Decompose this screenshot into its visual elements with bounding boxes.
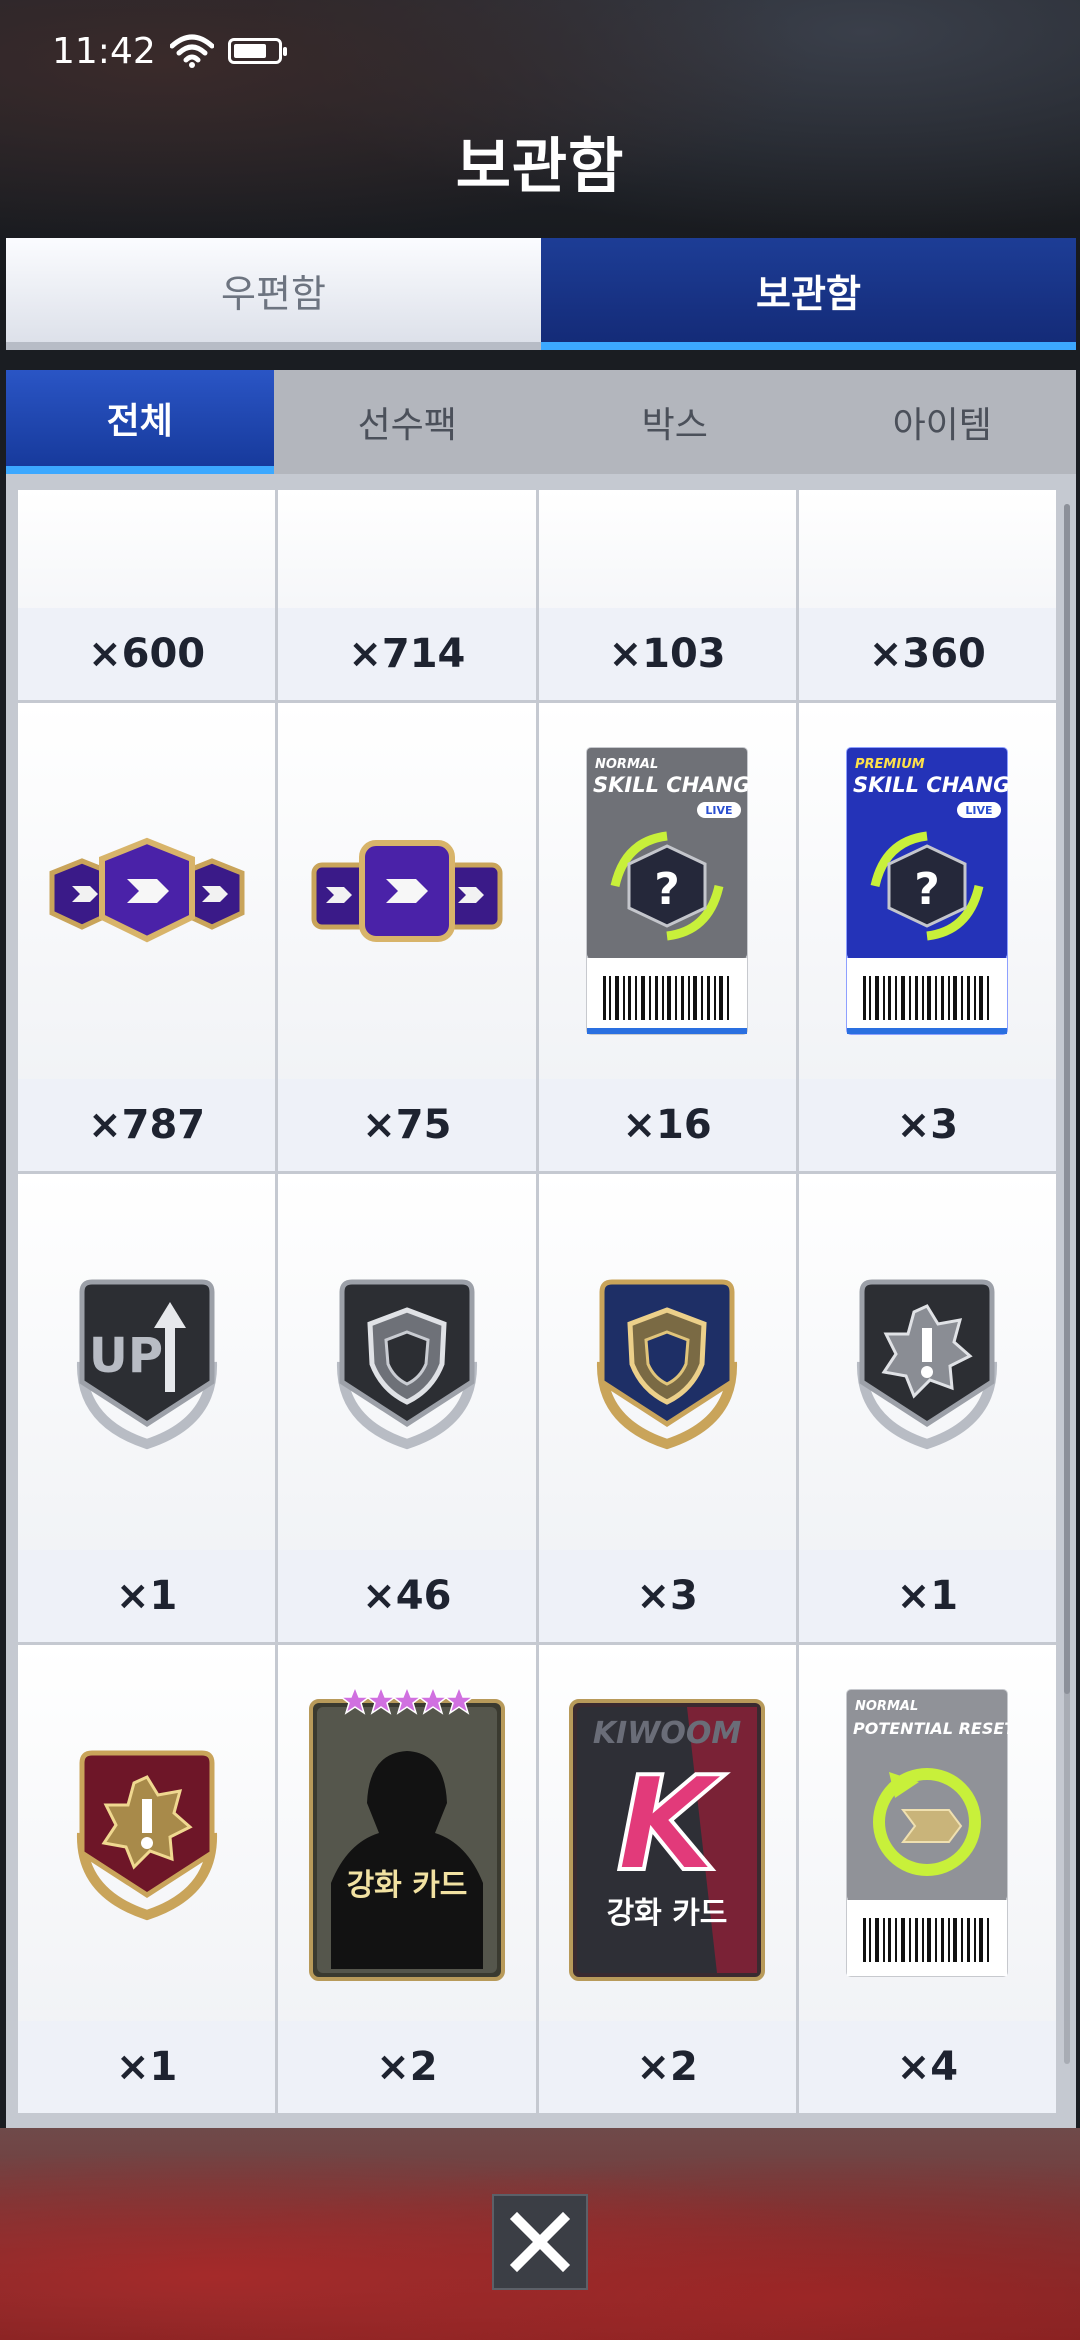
potential-reset-ticket-icon: NORMAL POTENTIAL RESET [846, 1689, 1009, 1977]
item-cell[interactable]: ×1 [18, 1645, 276, 2113]
silver-alert-badge-icon [857, 1279, 998, 1450]
item-count: ×2 [278, 2021, 536, 2113]
item-count: ×600 [18, 608, 276, 700]
close-icon [509, 2211, 571, 2273]
player-enhance-card-icon: 강화 카드 [308, 1684, 505, 1981]
tab-items[interactable]: 아이템 [809, 370, 1077, 474]
card-label: 강화 카드 [346, 1868, 467, 1903]
item-count: ×1 [798, 1550, 1056, 1642]
item-count: ×75 [278, 1079, 536, 1171]
gold-shield-badge-icon [597, 1279, 738, 1450]
main-tab-bar: 우편함 보관함 [6, 238, 1076, 350]
up-arrow-badge-icon: UP [76, 1279, 217, 1450]
item-count: ×3 [538, 1550, 796, 1642]
item-count: ×103 [538, 608, 796, 700]
item-cell[interactable]: KIWOOM K 강화 카드 ×2 [538, 1645, 796, 2113]
purple-triple-hex-token-icon [311, 840, 503, 942]
item-count: ×1 [18, 2021, 276, 2113]
wifi-icon [169, 34, 214, 68]
svg-text:?: ? [915, 864, 941, 915]
item-cell[interactable]: ×1 [798, 1174, 1056, 1642]
item-cell[interactable]: 강화 카드 ×2 [278, 1645, 536, 2113]
item-cell[interactable]: ×3 [538, 1174, 796, 1642]
status-bar: 11:42 [52, 26, 287, 76]
ticket-grade: PREMIUM [855, 757, 925, 772]
item-cell[interactable]: ×103 [538, 490, 796, 700]
ticket-grade: NORMAL [595, 757, 658, 772]
tab-player-packs[interactable]: 선수팩 [274, 370, 542, 474]
item-count: ×16 [538, 1079, 796, 1171]
kiwoom-enhance-card-icon: KIWOOM K 강화 카드 [569, 1699, 766, 1981]
tab-all[interactable]: 전체 [6, 370, 274, 474]
item-cell[interactable]: ×360 [798, 490, 1056, 700]
item-cell[interactable]: ×46 [278, 1174, 536, 1642]
item-cell[interactable]: ×787 [18, 703, 276, 1171]
item-count: ×3 [798, 1079, 1056, 1171]
normal-skill-change-ticket-icon: NORMAL SKILL CHANGE LIVE ? [586, 747, 749, 1035]
item-count: ×46 [278, 1550, 536, 1642]
item-cell[interactable]: NORMAL POTENTIAL RESET ×4 [798, 1645, 1056, 2113]
item-cell[interactable]: ×600 [18, 490, 276, 700]
ticket-tag: LIVE [966, 804, 993, 817]
ticket-title: SKILL CHANGE [593, 773, 749, 797]
tab-storage[interactable]: 보관함 [541, 238, 1076, 350]
ticket-grade: NORMAL [855, 1699, 918, 1714]
item-count: ×4 [798, 2021, 1056, 2113]
card-label: 강화 카드 [607, 1896, 728, 1931]
item-count: ×714 [278, 608, 536, 700]
team-logo: K [617, 1748, 726, 1900]
item-count: ×1 [18, 1550, 276, 1642]
battery-icon [227, 38, 287, 64]
silver-shield-badge-icon [336, 1279, 477, 1450]
purple-triple-hex-token-icon [49, 837, 245, 943]
red-alert-badge-icon [76, 1750, 217, 1921]
page-title: 보관함 [455, 132, 625, 202]
ticket-tag: LIVE [706, 804, 733, 817]
item-panel: ×600 ×714 ×103 ×360 ×787 ×75 NORMAL SKIL… [6, 474, 1076, 2128]
status-time: 11:42 [52, 30, 156, 72]
close-button[interactable] [492, 2194, 588, 2290]
item-cell[interactable]: PREMIUM SKILL CHANGE LIVE ? ×3 [798, 703, 1056, 1171]
premium-skill-change-ticket-icon: PREMIUM SKILL CHANGE LIVE ? [846, 747, 1009, 1035]
team-text: KIWOOM [593, 1716, 742, 1751]
item-count: ×2 [538, 2021, 796, 2113]
badge-text: UP [89, 1328, 163, 1384]
scrollbar-thumb[interactable] [1064, 504, 1070, 1694]
tab-mailbox[interactable]: 우편함 [6, 238, 541, 350]
item-cell[interactable]: ×75 [278, 703, 536, 1171]
item-cell[interactable]: ×714 [278, 490, 536, 700]
category-tab-bar: 전체 선수팩 박스 아이템 [6, 370, 1076, 474]
item-count: ×360 [798, 608, 1056, 700]
svg-text:?: ? [654, 864, 680, 915]
ticket-title: POTENTIAL RESET [853, 1719, 1009, 1738]
tab-boxes[interactable]: 박스 [541, 370, 809, 474]
item-cell[interactable]: UP ×1 [18, 1174, 276, 1642]
item-count: ×787 [18, 1079, 276, 1171]
item-grid: ×600 ×714 ×103 ×360 ×787 ×75 NORMAL SKIL… [18, 490, 1056, 2113]
ticket-title: SKILL CHANGE [853, 773, 1009, 797]
item-cell[interactable]: NORMAL SKILL CHANGE LIVE ? ×16 [538, 703, 796, 1171]
